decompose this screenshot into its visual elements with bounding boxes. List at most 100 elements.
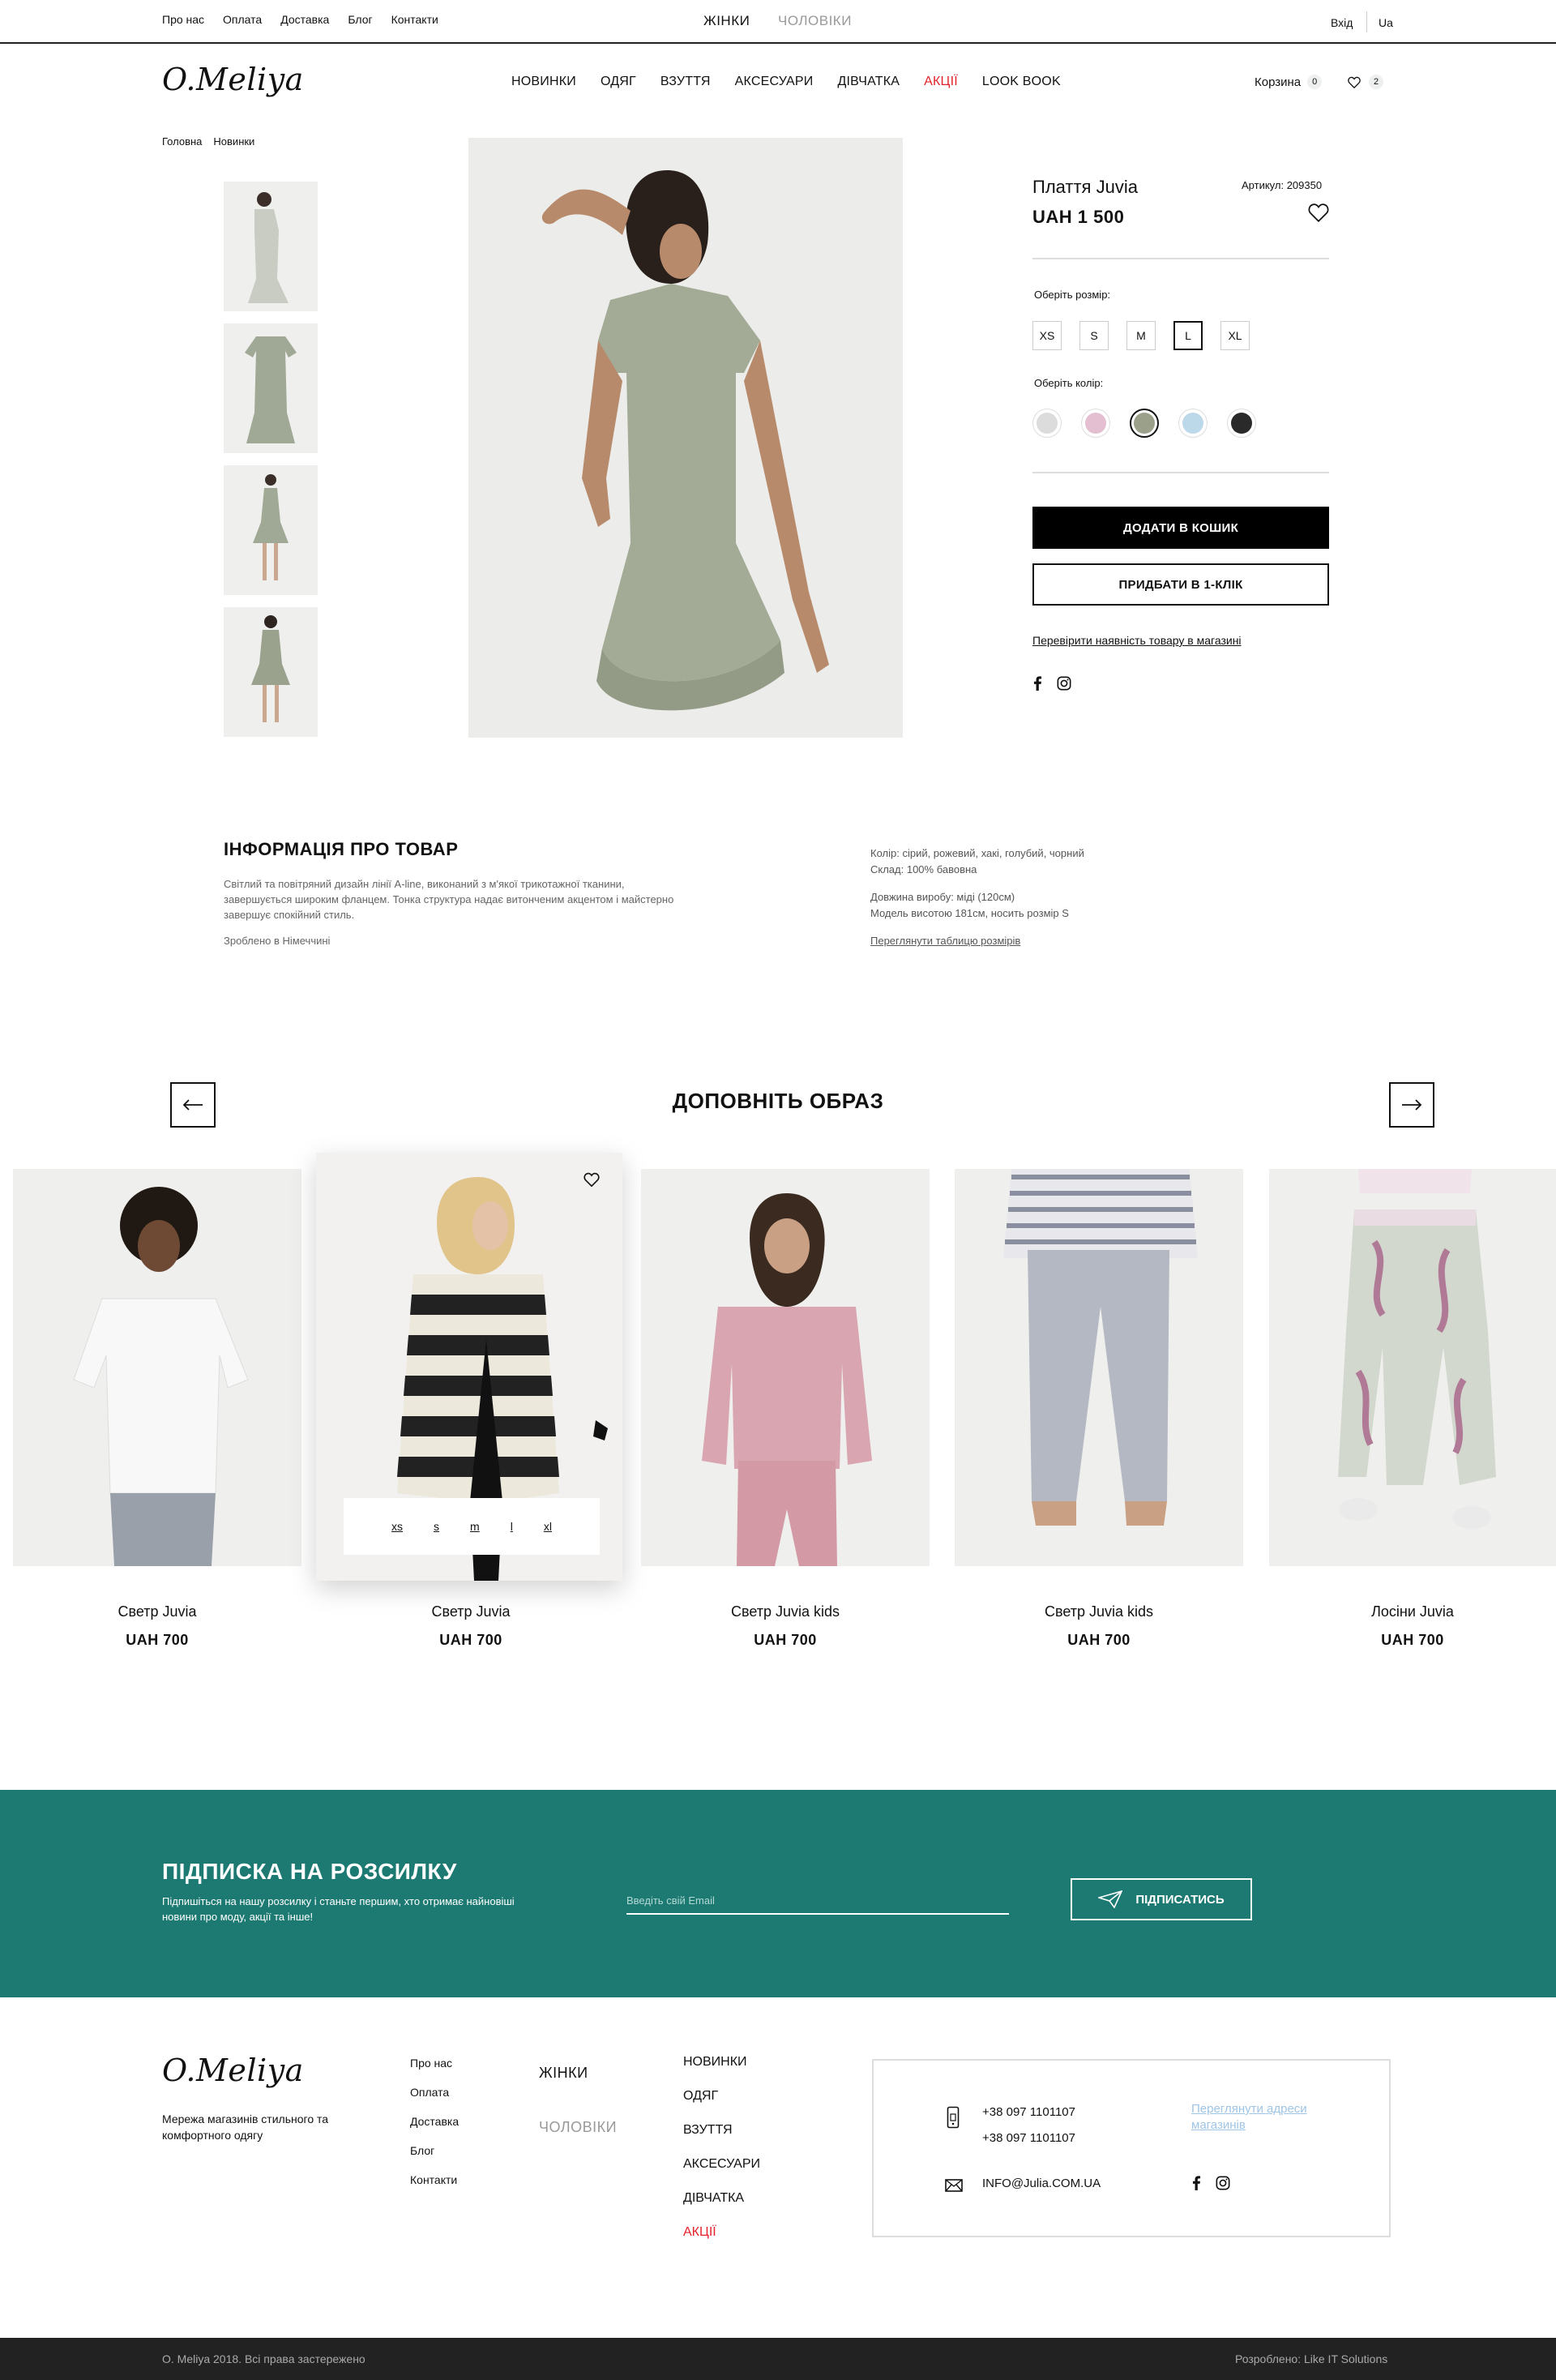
product-card-name[interactable]: Светр Juvia — [13, 1603, 301, 1620]
newsletter-section: ПІДПИСКА НА РОЗСИЛКУ Підпишіться на нашу… — [0, 1790, 1556, 1997]
top-link-payment[interactable]: Оплата — [223, 13, 262, 26]
main-product-image[interactable] — [468, 138, 903, 738]
product-card-image[interactable] — [13, 1169, 301, 1566]
newsletter-email-input[interactable]: Введіть свій Email — [626, 1887, 1009, 1915]
top-link-delivery[interactable]: Доставка — [280, 13, 329, 26]
product-card-image[interactable] — [1269, 1169, 1556, 1566]
footer-email[interactable]: INFO@Julia.COM.UA — [982, 2177, 1101, 2190]
product-card-image[interactable] — [955, 1169, 1243, 1566]
cart-count-badge: 0 — [1307, 75, 1323, 89]
cart-button[interactable]: Корзина 0 — [1255, 75, 1323, 89]
size-option[interactable]: XL — [1220, 321, 1250, 350]
footer-cat-shoes[interactable]: ВЗУТТЯ — [683, 2123, 760, 2138]
nav-clothes[interactable]: ОДЯГ — [601, 75, 636, 89]
product-price: UAH 1 500 — [1032, 207, 1125, 227]
spec-length-line: Довжина виробу: міді (120см) — [870, 891, 1015, 903]
nav-sale[interactable]: АКЦІЇ — [924, 75, 958, 89]
thumbnail-1[interactable] — [224, 182, 318, 311]
newsletter-title: ПІДПИСКА НА РОЗСИЛКУ — [162, 1859, 457, 1884]
wishlist-button[interactable]: 2 — [1348, 75, 1383, 89]
color-swatch[interactable] — [1227, 409, 1256, 438]
footer-cat-new[interactable]: НОВИНКИ — [683, 2055, 760, 2070]
dress-photo-thumb-1 — [248, 192, 289, 303]
quick-size-option[interactable]: l — [511, 1520, 513, 1533]
product-card-name[interactable]: Светр Juvia — [327, 1603, 615, 1620]
product-card-name[interactable]: Светр Juvia kids — [641, 1603, 930, 1620]
footer-social-links — [1191, 2176, 1230, 2190]
heart-icon[interactable] — [584, 1172, 600, 1187]
product-card-name[interactable]: Лосіни Juvia — [1269, 1603, 1556, 1620]
nav-shoes[interactable]: ВЗУТТЯ — [660, 75, 711, 89]
color-swatch[interactable] — [1081, 409, 1110, 438]
facebook-icon[interactable] — [1032, 676, 1042, 691]
color-label: Оберіть колір: — [1034, 377, 1104, 389]
add-to-wishlist-button[interactable] — [1308, 203, 1329, 223]
footer-cat-accessories[interactable]: АКСЕСУАРИ — [683, 2157, 760, 2172]
thumbnail-2[interactable] — [224, 323, 318, 453]
buy-one-click-button[interactable]: ПРИДБАТИ В 1-КЛІК — [1032, 563, 1329, 606]
nav-girls[interactable]: ДІВЧАТКА — [837, 75, 900, 89]
size-option[interactable]: S — [1079, 321, 1109, 350]
footer-link-payment[interactable]: Оплата — [410, 2086, 459, 2099]
instagram-icon[interactable] — [1216, 2176, 1230, 2190]
thumbnail-4[interactable] — [224, 607, 318, 737]
carousel-next-button[interactable] — [1389, 1082, 1434, 1128]
check-store-link[interactable]: Перевірити наявність товару в магазині — [1032, 634, 1242, 647]
color-selector — [1032, 409, 1256, 438]
product-card-image[interactable] — [641, 1169, 930, 1566]
footer-link-delivery[interactable]: Доставка — [410, 2115, 459, 2128]
instagram-icon[interactable] — [1057, 676, 1071, 691]
footer-cat-clothes[interactable]: ОДЯГ — [683, 2089, 760, 2104]
size-option[interactable]: XS — [1032, 321, 1062, 350]
add-to-cart-button[interactable]: ДОДАТИ В КОШИК — [1032, 507, 1329, 549]
quick-size-option[interactable]: m — [470, 1520, 480, 1533]
quick-size-option[interactable]: xl — [544, 1520, 552, 1533]
thumbnail-3[interactable] — [224, 465, 318, 595]
quick-size-option[interactable]: s — [434, 1520, 439, 1533]
color-swatch[interactable] — [1178, 409, 1208, 438]
newsletter-text: Підпишіться на нашу розсилку і станьте п… — [162, 1895, 515, 1923]
footer-cat-girls[interactable]: ДІВЧАТКА — [683, 2191, 760, 2206]
footer-cat-sale[interactable]: АКЦІЇ — [683, 2225, 760, 2240]
phone-numbers: +38 097 1101107 +38 097 1101107 — [982, 2100, 1075, 2151]
product-code: Артикул: 209350 — [1242, 179, 1323, 191]
size-table-link[interactable]: Переглянути таблицю розмірів — [870, 935, 1020, 947]
subscribe-button[interactable]: ПІДПИСАТИСЬ — [1071, 1878, 1252, 1920]
footer-link-blog[interactable]: Блог — [410, 2144, 459, 2157]
size-option[interactable]: M — [1126, 321, 1156, 350]
quick-size-option[interactable]: xs — [391, 1520, 403, 1533]
nav-lookbook[interactable]: LOOK BOOK — [982, 75, 1061, 89]
facebook-icon[interactable] — [1191, 2176, 1201, 2190]
language-switch[interactable]: Ua — [1379, 16, 1393, 29]
product-card-price: UAH 700 — [754, 1632, 817, 1648]
footer-logo[interactable]: O.Meliya — [162, 2053, 304, 2088]
nav-accessories[interactable]: АКСЕСУАРИ — [735, 75, 814, 89]
look-title: ДОПОВНІТЬ ОБРАЗ — [672, 1089, 884, 1113]
product-card-name[interactable]: Светр Juvia kids — [955, 1603, 1243, 1620]
gender-men-tab[interactable]: ЧОЛОВІКИ — [778, 13, 852, 29]
product-photo — [1003, 1169, 1198, 1526]
phone-2[interactable]: +38 097 1101107 — [982, 2125, 1075, 2151]
top-link-about[interactable]: Про нас — [162, 13, 204, 26]
footer-women-link[interactable]: ЖІНКИ — [539, 2065, 588, 2082]
gender-women-tab[interactable]: ЖІНКИ — [703, 13, 750, 29]
breadcrumb-home[interactable]: Головна — [162, 135, 202, 148]
color-swatch-selected[interactable] — [1130, 409, 1159, 438]
logo[interactable]: O.Meliya — [162, 62, 304, 97]
size-option-selected[interactable]: L — [1173, 321, 1203, 350]
login-link[interactable]: Вхід — [1331, 16, 1353, 29]
footer-men-link[interactable]: ЧОЛОВІКИ — [539, 2119, 617, 2136]
product-photo — [73, 1187, 249, 1566]
breadcrumb-new[interactable]: Новинки — [213, 135, 254, 148]
footer-tagline: Мережа магазинів стильного та комфортног… — [162, 2112, 329, 2142]
phone-1[interactable]: +38 097 1101107 — [982, 2100, 1075, 2125]
store-addresses-link[interactable]: Переглянути адреси магазинів — [1191, 2101, 1329, 2134]
top-link-contacts[interactable]: Контакти — [391, 13, 438, 26]
top-link-blog[interactable]: Блог — [348, 13, 372, 26]
color-swatch[interactable] — [1032, 409, 1062, 438]
footer-link-contacts[interactable]: Контакти — [410, 2173, 459, 2186]
nav-new[interactable]: НОВИНКИ — [511, 75, 576, 89]
paper-plane-icon — [1098, 1890, 1123, 1908]
developer-credit[interactable]: Розроблено: Like IT Solutions — [1235, 2352, 1387, 2365]
footer-link-about[interactable]: Про нас — [410, 2057, 459, 2070]
